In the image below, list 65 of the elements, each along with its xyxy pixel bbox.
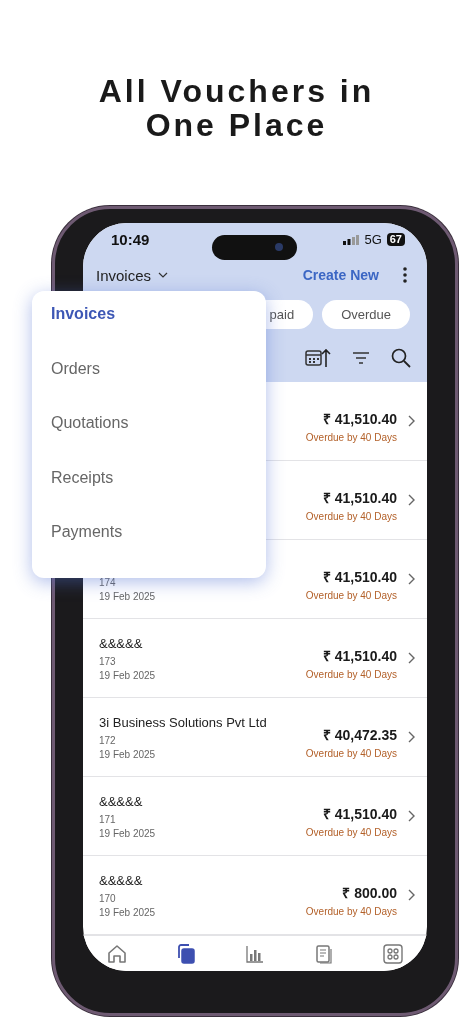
search-icon[interactable]	[391, 348, 411, 368]
grid-icon	[382, 944, 403, 964]
filter-icon[interactable]	[352, 351, 370, 365]
party-name: &&&&&	[99, 872, 144, 888]
chevron-right-icon	[408, 573, 415, 585]
nav-tab[interactable]	[382, 944, 403, 964]
menu-item[interactable]: Quotations	[32, 414, 266, 469]
home-icon	[107, 944, 128, 964]
signal-icon	[343, 234, 360, 245]
invoice-number: 174	[99, 576, 117, 588]
calendar-sort-icon[interactable]	[305, 348, 331, 368]
invoice-row[interactable]: &&&&& 171 19 Feb 2025 ₹ 41,510.40 Overdue by 40 Days	[83, 777, 427, 856]
invoice-date: 19 Feb 2025	[99, 669, 157, 681]
invoice-number: 172	[99, 734, 117, 746]
invoice-amount: ₹ 41,510.40	[322, 489, 397, 507]
chevron-down-icon	[158, 272, 169, 278]
nav-tab[interactable]	[176, 944, 197, 964]
overdue-status: Overdue by 40 Days	[305, 748, 397, 759]
more-menu-icon[interactable]	[403, 267, 407, 283]
overdue-status: Overdue by 40 Days	[305, 432, 397, 443]
invoice-date: 19 Feb 2025	[99, 827, 157, 839]
chevron-right-icon	[408, 494, 415, 506]
document-icon	[313, 944, 334, 964]
network-label: 5G	[364, 232, 382, 247]
chevron-right-icon	[408, 415, 415, 427]
party-name: &&&&&	[99, 635, 144, 651]
filter-chip[interactable]: Overdue	[322, 300, 410, 329]
invoice-amount: ₹ 41,510.40	[322, 647, 397, 665]
headline: One Place	[145, 108, 328, 142]
chevron-right-icon	[408, 889, 415, 901]
invoice-amount: ₹ 40,472.35	[322, 726, 397, 744]
bar-chart-icon	[245, 944, 265, 964]
chevron-right-icon	[408, 731, 415, 743]
voucher-type-dropdown[interactable]: Invoices	[96, 266, 169, 284]
overdue-status: Overdue by 40 Days	[305, 511, 397, 522]
menu-item[interactable]: Receipts	[32, 468, 266, 524]
create-new-link[interactable]: Create New	[302, 267, 379, 283]
nav-tab[interactable]	[313, 944, 334, 964]
invoice-number: 170	[99, 892, 117, 904]
party-name: &&&&&	[99, 793, 144, 809]
invoice-amount: ₹ 41,510.40	[322, 410, 397, 428]
invoice-date: 19 Feb 2025	[99, 906, 157, 918]
invoice-amount: ₹ 41,510.40	[322, 568, 397, 586]
invoice-amount: ₹ 800.00	[342, 884, 397, 902]
chevron-right-icon	[408, 652, 415, 664]
invoice-number: 173	[99, 655, 117, 667]
overdue-status: Overdue by 40 Days	[305, 669, 397, 680]
status-time: 10:49	[111, 231, 150, 248]
stacked-cards-icon	[176, 944, 197, 964]
overdue-status: Overdue by 40 Days	[305, 906, 397, 917]
overdue-status: Overdue by 40 Days	[305, 590, 397, 601]
chevron-right-icon	[408, 810, 415, 822]
headline: All Vouchers in	[98, 74, 375, 108]
nav-tab[interactable]	[245, 944, 265, 964]
invoice-date: 19 Feb 2025	[99, 590, 157, 602]
invoice-amount: ₹ 41,510.40	[322, 805, 397, 823]
invoice-number: 171	[99, 813, 117, 825]
invoice-row[interactable]: 3i Business Solutions Pvt Ltd 172 19 Feb 2025 ₹ 40,472.35 Overdue by 40 Days	[83, 698, 427, 777]
menu-item[interactable]: Orders	[32, 359, 266, 415]
party-name: 3i Business Solutions Pvt Ltd	[99, 714, 268, 730]
nav-tab[interactable]	[107, 944, 128, 964]
battery-level: 67	[386, 233, 405, 246]
invoice-row[interactable]: &&&&& 173 19 Feb 2025 ₹ 41,510.40 Overdue by 40 Days	[83, 619, 427, 698]
invoice-date: 19 Feb 2025	[99, 748, 157, 760]
overdue-status: Overdue by 40 Days	[305, 827, 397, 838]
